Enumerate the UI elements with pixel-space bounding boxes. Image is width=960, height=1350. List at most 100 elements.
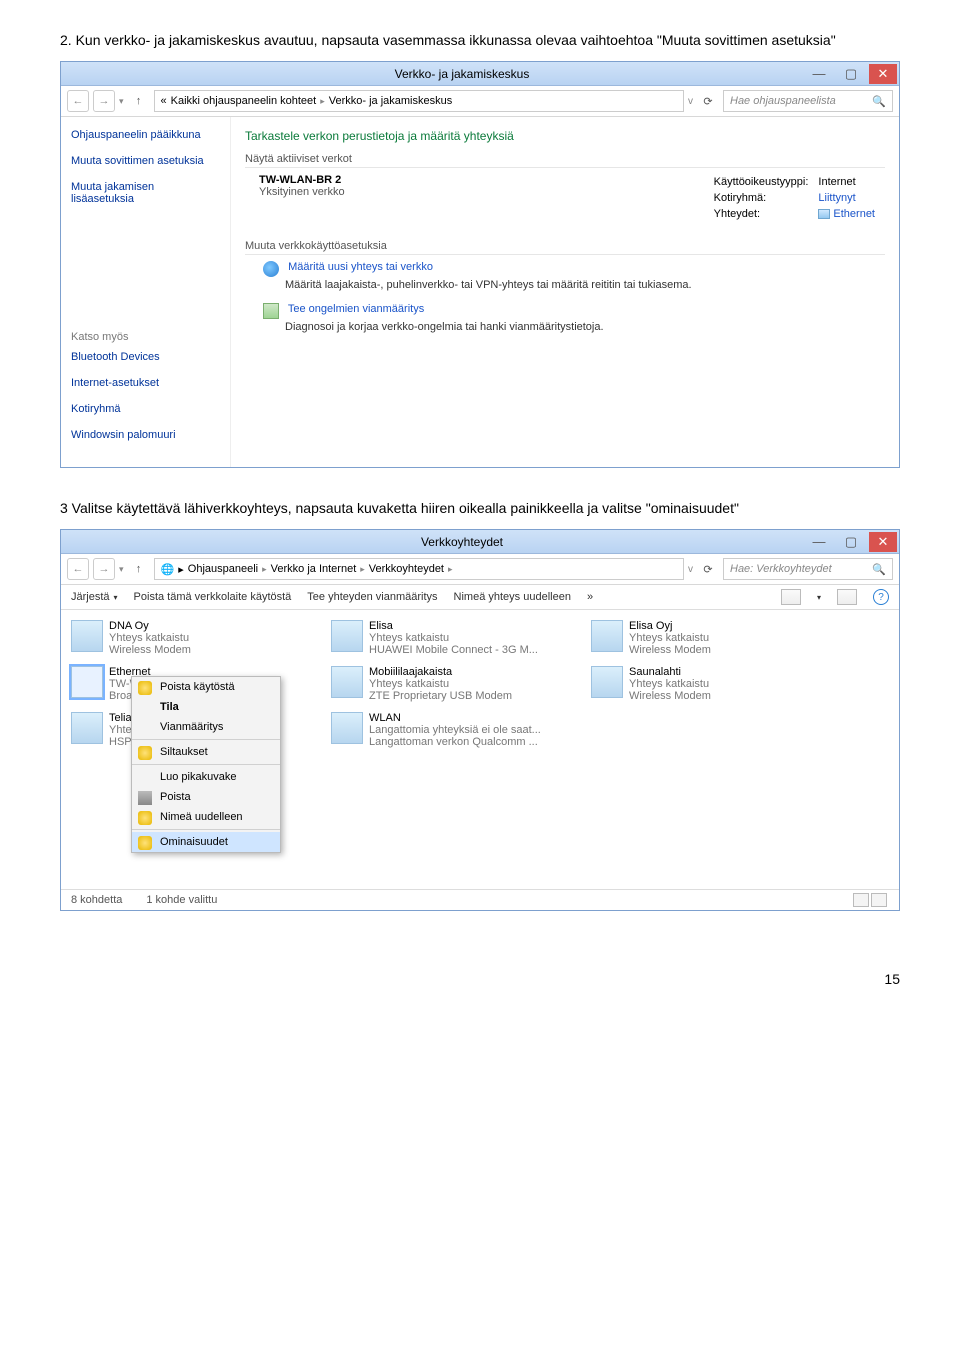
ctx-diagnose[interactable]: Vianmääritys: [132, 717, 280, 737]
titlebar: Verkko- ja jakamiskeskus — ▢ ✕: [61, 62, 899, 86]
connection-name: DNA Oy: [109, 620, 191, 632]
up-button[interactable]: ↑: [128, 90, 150, 112]
sidebar-link-adapter-settings[interactable]: Muuta sovittimen asetuksia: [71, 155, 220, 167]
statusbar: 8 kohdetta 1 kohde valittu: [61, 889, 899, 910]
connection-status: Yhteys katkaistu: [109, 632, 191, 644]
sidebar-link-homegroup[interactable]: Kotiryhmä: [71, 403, 220, 415]
connection-status: Yhteys katkaistu: [369, 678, 512, 690]
homegroup-link[interactable]: Liittynyt: [818, 192, 883, 206]
ctx-delete[interactable]: Poista: [132, 787, 280, 807]
titlebar: Verkkoyhteydet — ▢ ✕: [61, 530, 899, 554]
new-connection-link[interactable]: Määritä uusi yhteys tai verkko: [288, 261, 433, 273]
connections-label: Yhteydet:: [714, 208, 817, 222]
breadcrumb-part[interactable]: Ohjauspaneeli: [188, 563, 258, 575]
refresh-button[interactable]: ⟳: [697, 558, 719, 580]
search-placeholder: Hae: Verkkoyhteydet: [730, 563, 832, 575]
view-mode-icons[interactable]: [853, 893, 889, 907]
connection-name: WLAN: [369, 712, 541, 724]
breadcrumb-part[interactable]: Verkkoyhteydet: [369, 563, 444, 575]
step-2-instruction: 2. Kun verkko- ja jakamiskeskus avautuu,…: [60, 30, 900, 51]
window-title: Verkko- ja jakamiskeskus: [121, 67, 803, 81]
sidebar-link-firewall[interactable]: Windowsin palomuuri: [71, 429, 220, 441]
forward-button[interactable]: →: [93, 558, 115, 580]
main-heading: Tarkastele verkon perustietoja ja määrit…: [245, 129, 885, 143]
connection-item[interactable]: DNA OyYhteys katkaistuWireless Modem: [71, 620, 301, 656]
new-connection-icon: [263, 261, 279, 277]
page-number: 15: [60, 971, 900, 987]
access-type-value: Internet: [818, 176, 883, 190]
connection-status: Langattomia yhteyksiä ei ole saat...: [369, 724, 541, 736]
ctx-disable[interactable]: Poista käytöstä: [132, 677, 280, 697]
connection-device: Wireless Modem: [109, 644, 191, 656]
connection-device: HUAWEI Mobile Connect - 3G M...: [369, 644, 538, 656]
navbar: ← → ▾ ↑ 🌐 ▸ Ohjauspaneeli ▸ Verkko ja In…: [61, 554, 899, 585]
breadcrumb-part[interactable]: Verkko- ja jakamiskeskus: [329, 95, 453, 107]
connection-item[interactable]: Elisa OyjYhteys katkaistuWireless Modem: [591, 620, 821, 656]
shield-icon: [138, 811, 152, 825]
network-sharing-window: Verkko- ja jakamiskeskus — ▢ ✕ ← → ▾ ↑ «…: [60, 61, 900, 468]
ctx-properties[interactable]: Ominaisuudet: [132, 832, 280, 852]
status-item-count: 8 kohdetta: [71, 894, 122, 906]
maximize-button[interactable]: ▢: [837, 532, 865, 552]
sidebar-link-main[interactable]: Ohjauspaneelin pääikkuna: [71, 129, 220, 141]
connection-status: Yhteys katkaistu: [629, 632, 711, 644]
sidebar-link-internet-settings[interactable]: Internet-asetukset: [71, 377, 220, 389]
ctx-bridge[interactable]: Siltaukset: [132, 742, 280, 762]
network-connections-window: Verkkoyhteydet — ▢ ✕ ← → ▾ ↑ 🌐 ▸ Ohjausp…: [60, 529, 900, 911]
search-input[interactable]: Hae: Verkkoyhteydet 🔍: [723, 558, 893, 580]
back-button[interactable]: ←: [67, 90, 89, 112]
rename-button[interactable]: Nimeä yhteys uudelleen: [454, 591, 571, 603]
window-title: Verkkoyhteydet: [121, 535, 803, 549]
diagnose-button[interactable]: Tee yhteyden vianmääritys: [307, 591, 437, 603]
search-input[interactable]: Hae ohjauspaneelista 🔍: [723, 90, 893, 112]
ctx-rename[interactable]: Nimeä uudelleen: [132, 807, 280, 827]
connection-name: Elisa: [369, 620, 538, 632]
active-networks-heading: Näytä aktiiviset verkot: [245, 153, 885, 168]
back-button[interactable]: ←: [67, 558, 89, 580]
connection-item-ethernet[interactable]: EthernetTW-WLANBroadcom Poista käytöstä …: [71, 666, 301, 702]
connection-icon: [331, 712, 363, 744]
forward-button[interactable]: →: [93, 90, 115, 112]
access-type-label: Käyttöoikeustyyppi:: [714, 176, 817, 190]
connection-icon: [591, 620, 623, 652]
connection-icon: [71, 666, 103, 698]
search-icon: 🔍: [872, 95, 886, 108]
troubleshoot-link[interactable]: Tee ongelmien vianmääritys: [288, 303, 424, 315]
close-button[interactable]: ✕: [869, 64, 897, 84]
connection-device: Wireless Modem: [629, 690, 711, 702]
main-content: Tarkastele verkon perustietoja ja määrit…: [231, 117, 899, 467]
connection-device: ZTE Proprietary USB Modem: [369, 690, 512, 702]
up-button[interactable]: ↑: [128, 558, 150, 580]
ctx-shortcut[interactable]: Luo pikakuvake: [132, 767, 280, 787]
view-icon[interactable]: [781, 589, 801, 605]
sidebar-link-bluetooth[interactable]: Bluetooth Devices: [71, 351, 220, 363]
preview-icon[interactable]: [837, 589, 857, 605]
connection-icon: [331, 666, 363, 698]
connection-item[interactable]: SaunalahtiYhteys katkaistuWireless Modem: [591, 666, 821, 702]
connection-item[interactable]: ElisaYhteys katkaistuHUAWEI Mobile Conne…: [331, 620, 561, 656]
connection-item[interactable]: MobiililaajakaistaYhteys katkaistuZTE Pr…: [331, 666, 561, 702]
minimize-button[interactable]: —: [805, 532, 833, 552]
toolbar-more[interactable]: »: [587, 591, 593, 603]
connection-name: Mobiililaajakaista: [369, 666, 512, 678]
connection-link[interactable]: Ethernet: [818, 208, 883, 222]
maximize-button[interactable]: ▢: [837, 64, 865, 84]
breadcrumb[interactable]: 🌐 ▸ Ohjauspaneeli ▸ Verkko ja Internet ▸…: [154, 558, 684, 580]
sidebar: Ohjauspaneelin pääikkuna Muuta sovittime…: [61, 117, 231, 467]
close-button[interactable]: ✕: [869, 532, 897, 552]
change-settings-heading: Muuta verkkokäyttöasetuksia: [245, 240, 885, 255]
breadcrumb-part[interactable]: Kaikki ohjauspaneelin kohteet: [171, 95, 317, 107]
minimize-button[interactable]: —: [805, 64, 833, 84]
breadcrumb-part[interactable]: Verkko ja Internet: [271, 563, 357, 575]
ctx-status[interactable]: Tila: [132, 697, 280, 717]
disable-device-button[interactable]: Poista tämä verkkolaite käytöstä: [134, 591, 292, 603]
breadcrumb[interactable]: « Kaikki ohjauspaneelin kohteet ▸ Verkko…: [154, 90, 684, 112]
organize-button[interactable]: Järjestä ▾: [71, 591, 118, 603]
refresh-button[interactable]: ⟳: [697, 90, 719, 112]
sidebar-link-sharing-settings[interactable]: Muuta jakamisen lisäasetuksia: [71, 181, 220, 205]
network-name: TW-WLAN-BR 2: [259, 174, 345, 186]
connection-item[interactable]: WLANLangattomia yhteyksiä ei ole saat...…: [331, 712, 561, 748]
connection-list: DNA OyYhteys katkaistuWireless Modem Eli…: [61, 610, 899, 758]
help-button[interactable]: ?: [873, 589, 889, 605]
see-also-heading: Katso myös: [71, 331, 220, 343]
